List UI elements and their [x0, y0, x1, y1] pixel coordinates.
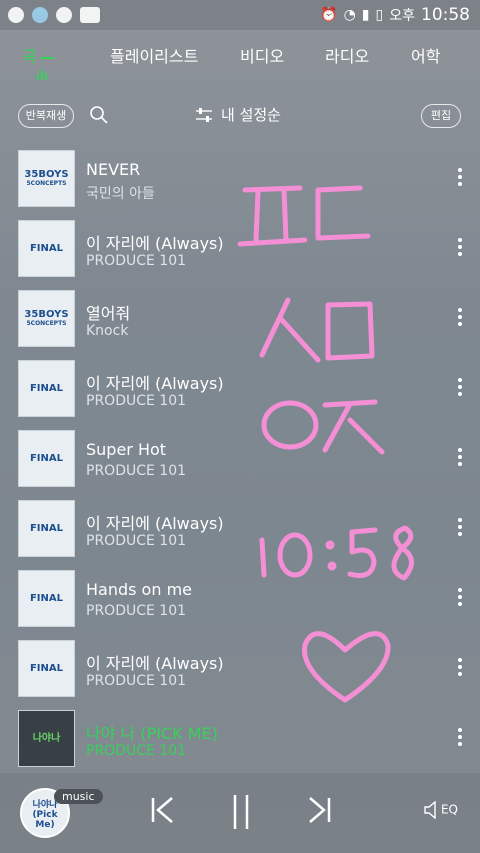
more-options-icon[interactable] [458, 588, 462, 609]
album-art: FINAL [18, 220, 75, 277]
tab-songs[interactable]: 곡 [22, 43, 54, 67]
next-icon[interactable] [306, 795, 332, 825]
album-art: FINAL [18, 640, 75, 697]
sort-icon [196, 107, 212, 122]
repeat-button[interactable]: 반복재생 [18, 104, 74, 128]
song-artist: PRODUCE 101 [86, 463, 187, 479]
search-icon[interactable] [90, 106, 108, 124]
album-art: FINAL [18, 570, 75, 627]
song-artist: PRODUCE 101 [86, 603, 187, 619]
speaker-icon [424, 800, 436, 820]
song-title: 이 자리에 (Always) [86, 374, 224, 393]
song-title: 이 자리에 (Always) [86, 234, 224, 253]
list-item[interactable]: FINAL 이 자리에 (Always) PRODUCE 101 [0, 500, 480, 570]
battery-icon: ▯ [375, 7, 384, 23]
tab-radio[interactable]: 라디오 [325, 43, 369, 67]
more-options-icon[interactable] [458, 378, 462, 399]
star-app-icon [32, 7, 48, 23]
clock-time: 10:58 [421, 5, 470, 25]
eq-button[interactable]: EQ [423, 800, 458, 820]
now-playing-indicator-icon [37, 70, 49, 80]
alarm-icon: ⏰ [320, 7, 338, 23]
song-artist: Knock [86, 323, 129, 339]
music-app-icon [56, 7, 72, 23]
notification-icon [8, 7, 24, 23]
more-options-icon[interactable] [458, 448, 462, 469]
song-title: 나야 나 (PICK ME) [86, 724, 218, 743]
eq-label: EQ [440, 802, 458, 817]
list-item[interactable]: FINAL Super Hot PRODUCE 101 [0, 430, 480, 500]
ampm-label: 오후 [389, 8, 415, 24]
more-options-icon[interactable] [458, 168, 462, 189]
album-art: 나야나 [18, 710, 75, 767]
list-item-playing[interactable]: 나야나 나야 나 (PICK ME) PRODUCE 101 [0, 710, 480, 780]
song-artist: PRODUCE 101 [86, 533, 187, 549]
song-artist: PRODUCE 101 [86, 253, 187, 269]
pause-icon[interactable] [230, 793, 252, 831]
more-options-icon[interactable] [458, 658, 462, 679]
previous-icon[interactable] [150, 795, 176, 825]
music-badge: music [54, 789, 103, 804]
more-options-icon[interactable] [458, 238, 462, 259]
song-title: 이 자리에 (Always) [86, 654, 224, 673]
song-title: Hands on me [86, 580, 192, 599]
list-item[interactable]: 35BOYS 5CONCEPTS 열어줘 Knock [0, 290, 480, 360]
song-title: 열어줘 [86, 304, 131, 323]
wifi-icon: ◔ [343, 7, 356, 23]
mini-player: 나야나 (Pick Me) music EQ [0, 773, 480, 853]
list-item[interactable]: FINAL 이 자리에 (Always) PRODUCE 101 [0, 220, 480, 290]
tab-video[interactable]: 비디오 [240, 43, 284, 67]
list-item[interactable]: FINAL 이 자리에 (Always) PRODUCE 101 [0, 640, 480, 710]
song-artist: PRODUCE 101 [86, 743, 187, 759]
song-artist: 국민의 아들 [86, 186, 155, 202]
category-tabs: 곡 플레이리스트 비디오 라디오 어학 [0, 30, 480, 88]
album-art: 35BOYS 5CONCEPTS [18, 290, 75, 347]
status-bar: ⏰ ◔ ▮ ▯ 오후 10:58 [0, 0, 480, 30]
sort-label: 내 설정순 [221, 106, 281, 124]
temperature-icon [80, 7, 100, 23]
album-art: 35BOYS 5CONCEPTS [18, 150, 75, 207]
song-artist: PRODUCE 101 [86, 393, 187, 409]
list-item[interactable]: FINAL Hands on me PRODUCE 101 [0, 570, 480, 640]
song-title: 이 자리에 (Always) [86, 514, 224, 533]
list-item[interactable]: 35BOYS 5CONCEPTS NEVER 국민의 아들 [0, 150, 480, 220]
edit-button[interactable]: 편집 [421, 104, 461, 128]
list-item[interactable]: FINAL 이 자리에 (Always) PRODUCE 101 [0, 360, 480, 430]
album-art: FINAL [18, 500, 75, 557]
tab-playlist[interactable]: 플레이리스트 [110, 43, 198, 67]
song-artist: PRODUCE 101 [86, 673, 187, 689]
song-title: Super Hot [86, 440, 167, 459]
album-art: FINAL [18, 430, 75, 487]
song-title: NEVER [86, 160, 141, 179]
more-options-icon[interactable] [458, 728, 462, 749]
more-options-icon[interactable] [458, 518, 462, 539]
sort-button[interactable]: 내 설정순 [195, 104, 281, 125]
signal-icon: ▮ [361, 7, 370, 23]
tab-songs-badge [39, 56, 54, 59]
list-toolbar: 반복재생 내 설정순 편집 [0, 98, 480, 134]
tab-language[interactable]: 어학 [411, 43, 440, 67]
album-art: FINAL [18, 360, 75, 417]
more-options-icon[interactable] [458, 308, 462, 329]
